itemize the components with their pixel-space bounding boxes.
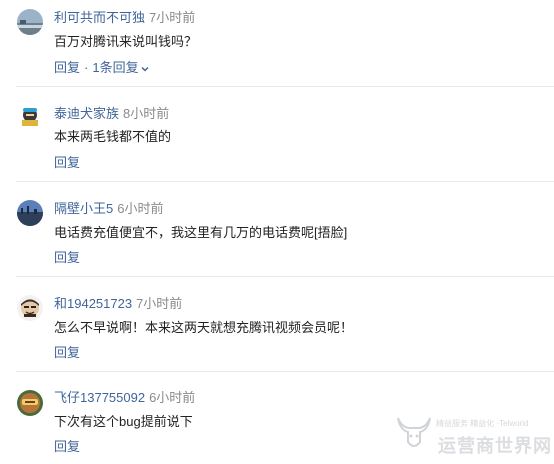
view-replies-label: 1条回复 bbox=[92, 60, 139, 75]
avatar-image bbox=[17, 200, 43, 226]
avatar-image bbox=[17, 390, 43, 416]
watermark-title: 运营商世界网 bbox=[438, 436, 552, 456]
reply-button[interactable]: 回复 bbox=[54, 439, 80, 454]
username[interactable]: 和194251723 bbox=[54, 296, 132, 311]
comment-item: 泰迪犬家族 8小时前 本来两毛钱都不值的 回复 bbox=[0, 86, 554, 181]
comment-meta: 利可共而不可独 7小时前 bbox=[54, 10, 195, 26]
reply-button[interactable]: 回复 bbox=[54, 345, 80, 360]
timestamp: 8小时前 bbox=[123, 106, 170, 121]
comment-item: 隔壁小王5 6小时前 电话费充值便宜不，我这里有几万的电话费呢[捂脸] 回复 bbox=[0, 181, 554, 276]
username[interactable]: 泰迪犬家族 bbox=[54, 106, 119, 121]
comment-meta: 泰迪犬家族 8小时前 bbox=[54, 106, 169, 122]
avatar-image bbox=[17, 295, 43, 321]
comment-item: 和194251723 7小时前 怎么不早说啊！本来这两天就想充腾讯视频会员呢！ 回… bbox=[0, 276, 554, 371]
comment-text: 本来两毛钱都不值的 bbox=[54, 129, 172, 144]
watermark: 精益服务 精益化 ·Telworld 运营商世界网 bbox=[394, 410, 554, 460]
comment-meta: 隔壁小王5 6小时前 bbox=[54, 201, 163, 217]
comment-meta: 和194251723 7小时前 bbox=[54, 296, 182, 312]
avatar-image bbox=[17, 9, 43, 35]
timestamp: 6小时前 bbox=[149, 390, 196, 405]
timestamp: 7小时前 bbox=[149, 10, 196, 25]
username[interactable]: 隔壁小王5 bbox=[54, 201, 113, 216]
avatar[interactable] bbox=[17, 390, 43, 416]
comment-text: 百万对腾讯来说叫钱吗？ bbox=[54, 34, 198, 49]
comment-actions: 回复 · 1条回复 bbox=[54, 60, 150, 76]
timestamp: 7小时前 bbox=[136, 296, 183, 311]
avatar[interactable] bbox=[17, 200, 43, 226]
timestamp: 6小时前 bbox=[117, 201, 164, 216]
watermark-tagline: 精益服务 精益化 ·Telworld bbox=[436, 419, 529, 428]
view-replies-button[interactable]: 1条回复 bbox=[92, 60, 149, 75]
reply-button[interactable]: 回复 bbox=[54, 250, 80, 265]
bull-logo-icon bbox=[397, 417, 431, 447]
avatar[interactable] bbox=[17, 295, 43, 321]
reply-button[interactable]: 回复 bbox=[54, 60, 80, 75]
comment-actions: 回复 bbox=[54, 250, 80, 266]
avatar[interactable] bbox=[17, 9, 43, 35]
comment-text: 怎么不早说啊！本来这两天就想充腾讯视频会员呢！ bbox=[54, 320, 354, 335]
username[interactable]: 飞仔137755092 bbox=[54, 390, 145, 405]
separator: · bbox=[84, 60, 89, 75]
comment-text: 下次有这个bug提前说下 bbox=[54, 414, 193, 429]
comment-actions: 回复 bbox=[54, 345, 80, 361]
comment-item: 利可共而不可独 7小时前 百万对腾讯来说叫钱吗？ 回复 · 1条回复 bbox=[0, 0, 554, 86]
comment-text: 电话费充值便宜不，我这里有几万的电话费呢[捂脸] bbox=[54, 225, 348, 240]
comment-meta: 飞仔137755092 6小时前 bbox=[54, 390, 195, 406]
chevron-down-icon bbox=[141, 66, 149, 72]
avatar[interactable] bbox=[17, 103, 43, 129]
comment-actions: 回复 bbox=[54, 439, 80, 455]
username[interactable]: 利可共而不可独 bbox=[54, 10, 145, 25]
reply-button[interactable]: 回复 bbox=[54, 155, 80, 170]
avatar-image bbox=[17, 103, 43, 129]
comment-actions: 回复 bbox=[54, 155, 80, 171]
